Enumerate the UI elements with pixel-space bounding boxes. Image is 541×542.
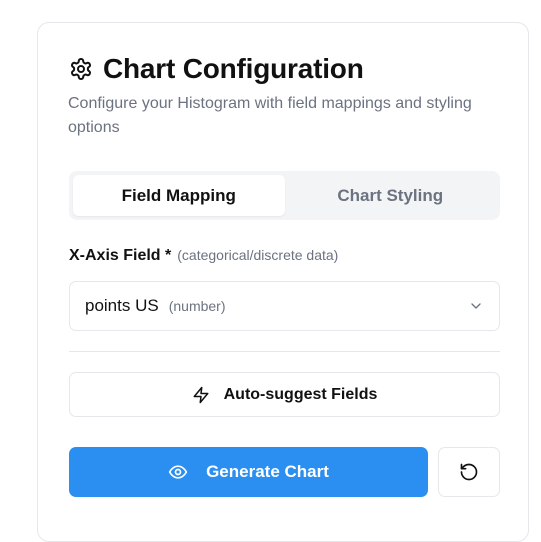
x-axis-label-hint: (categorical/discrete data) <box>177 247 339 263</box>
generate-chart-label: Generate Chart <box>206 462 329 481</box>
card-subtitle: Configure your Histogram with field mapp… <box>68 95 472 136</box>
tab-chart-styling[interactable]: Chart Styling <box>285 175 497 216</box>
card-title: Chart Configuration <box>103 53 364 84</box>
chevron-down-icon <box>468 298 484 314</box>
generate-chart-button[interactable]: Generate Chart <box>69 447 428 497</box>
x-axis-field-label: X-Axis Field * (categorical/discrete dat… <box>69 247 338 265</box>
lightning-icon <box>192 386 210 404</box>
selected-field-type: (number) <box>168 298 226 314</box>
auto-suggest-label: Auto-suggest Fields <box>223 385 378 403</box>
selected-field-value: points US <box>85 296 159 315</box>
tab-field-mapping[interactable]: Field Mapping <box>73 175 285 216</box>
eye-icon <box>168 462 188 482</box>
section-divider <box>69 351 500 352</box>
auto-suggest-button[interactable]: Auto-suggest Fields <box>69 372 500 417</box>
config-tabs: Field Mapping Chart Styling <box>69 171 500 220</box>
settings-gear-icon <box>69 57 93 81</box>
reset-button[interactable] <box>438 447 500 497</box>
rotate-ccw-icon <box>459 462 479 482</box>
card-header: Chart Configuration <box>69 53 364 85</box>
x-axis-label-text: X-Axis Field * <box>69 247 172 264</box>
x-axis-field-select[interactable]: points US (number) <box>69 281 500 331</box>
chart-configuration-card: Chart Configuration Configure your Histo… <box>37 22 529 542</box>
